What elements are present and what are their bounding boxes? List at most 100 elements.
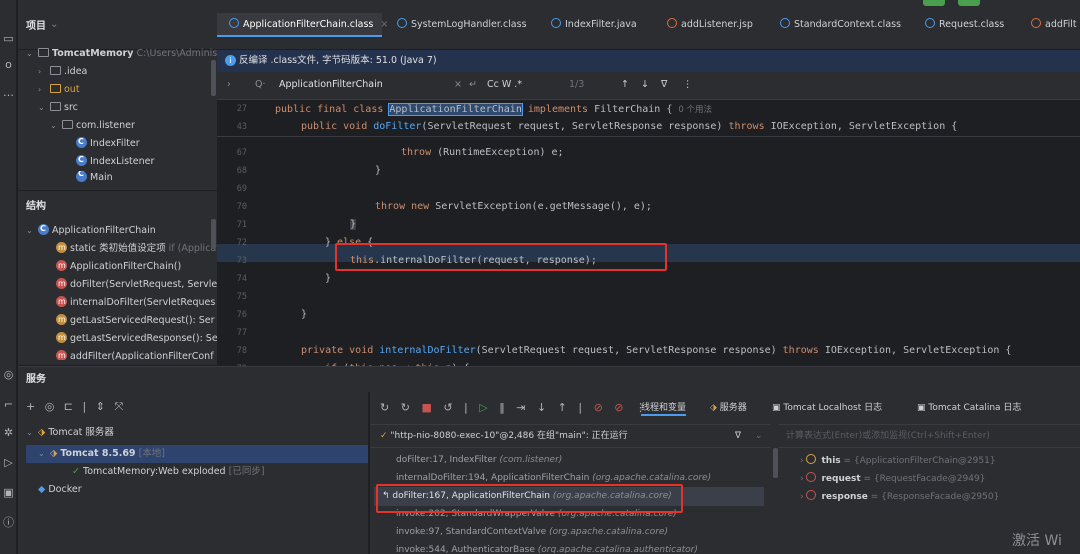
class-icon <box>397 18 407 28</box>
tab-catalina-log[interactable]: ▣ Tomcat Catalina 日志 <box>917 400 1021 413</box>
tomcat-icon: ⬗ <box>710 403 717 413</box>
scrollbar[interactable] <box>211 219 216 249</box>
structure-item[interactable]: getLastServicedRequest(): Ser <box>56 311 215 330</box>
chevron-down-icon: ⌄ <box>26 49 33 58</box>
tab-addlistener[interactable]: addListener.jsp <box>665 14 753 36</box>
tree-item-indexlistener[interactable]: IndexListener <box>76 151 154 171</box>
frame-row[interactable]: invoke:97, StandardContextValve (org.apa… <box>396 523 668 541</box>
down-arrow-icon[interactable]: ↓ <box>641 79 649 90</box>
class-icon <box>551 18 561 28</box>
up-arrow-icon[interactable]: ↑ <box>621 79 629 90</box>
class-icon <box>76 133 87 151</box>
code-line: } <box>350 219 357 230</box>
docker[interactable]: ◆ Docker <box>38 481 82 499</box>
structure-title: 结构 <box>26 201 46 212</box>
folder-icon <box>50 102 61 111</box>
line-number: 70 <box>236 202 247 212</box>
filter-icon[interactable]: ∇ <box>661 79 667 90</box>
structure-root[interactable]: ⌄ApplicationFilterChain <box>26 220 156 240</box>
method-icon <box>56 275 67 293</box>
tab-localhost-log[interactable]: ▣ Tomcat Localhost 日志 <box>772 400 882 413</box>
tree-root[interactable]: ⌄ TomcatMemory C:\Users\Administ <box>26 45 221 63</box>
chevron-down-icon[interactable]: ⌄ <box>50 19 58 30</box>
bookmarks-icon[interactable]: ⌐ <box>2 398 15 411</box>
code-editor[interactable]: 27 43 67 68 69 70 71 72 73 74 75 76 77 7… <box>217 100 1080 374</box>
scrollbar[interactable] <box>773 448 778 478</box>
line-number: 72 <box>236 238 247 248</box>
tab-addfilter[interactable]: addFilt <box>1029 14 1077 36</box>
folder-icon[interactable]: ▭ <box>2 32 15 45</box>
structure-item[interactable]: ApplicationFilterChain() <box>56 257 181 276</box>
variable-row[interactable]: › request = {RequestFacade@2949} <box>800 470 985 488</box>
project-title[interactable]: 项目 <box>26 17 46 32</box>
clear-icon[interactable]: × <box>454 79 462 90</box>
git-icon[interactable]: o <box>2 58 15 71</box>
tree-item-package[interactable]: ⌄ com.listener <box>50 117 135 135</box>
jsp-icon <box>667 18 677 28</box>
run-button[interactable] <box>923 0 945 6</box>
chevron-right-icon[interactable]: › <box>227 79 231 90</box>
tab-server[interactable]: ⬗ 服务器 <box>710 400 747 413</box>
line-number: 69 <box>236 184 247 194</box>
method-icon <box>56 329 67 347</box>
tab-standardcontext[interactable]: StandardContext.class <box>778 14 901 36</box>
line-number: 27 <box>236 104 247 114</box>
search-options[interactable]: Cc W .* <box>487 79 522 90</box>
decompiled-banner: i 反编译 .class文件, 字节码版本: 51.0 (Java 7) <box>217 50 1080 72</box>
services-toolbar[interactable]: + ◎ ⊏ | ⇕ ⤧ <box>26 400 126 414</box>
tomcat-server[interactable]: ⌄ ⬗ Tomcat 8.5.69 [本地] <box>38 445 165 463</box>
debug-toolbar[interactable]: ↻ ↻ ■ ↺ | ▷ ‖ ⇥ ↓ ↑ | ⊘ ⊘ ⋮ <box>380 401 650 414</box>
code-line: public void doFilter(ServletRequest requ… <box>301 121 958 132</box>
class-icon <box>925 18 935 28</box>
highlight-box <box>335 243 667 271</box>
evaluate-input[interactable]: 计算表达式(Enter)或添加监视(Ctrl+Shift+Enter) <box>778 424 1080 448</box>
line-number: 78 <box>236 346 247 356</box>
debug-icon[interactable]: ✲ <box>2 426 15 439</box>
code-line: throw new ServletException(e.getMessage(… <box>375 201 652 212</box>
debug-button[interactable] <box>958 0 980 6</box>
terminal-icon[interactable]: ▣ <box>2 486 15 499</box>
tab-systemloghandler[interactable]: SystemLogHandler.class <box>395 14 527 36</box>
tab-indexfilter[interactable]: IndexFilter.java <box>549 14 637 36</box>
services-tree: + ◎ ⊏ | ⇕ ⤧ ⌄ ⬗ Tomcat 服务器 ⌄ ⬗ Tomcat 8.5.… <box>18 392 368 554</box>
tab-request[interactable]: Request.class <box>923 14 1004 36</box>
code-line: } <box>375 165 382 176</box>
run-icon[interactable]: ▷ <box>2 456 15 469</box>
folder-icon <box>38 48 49 57</box>
variable-row[interactable]: › response = {ResponseFacade@2950} <box>800 488 999 506</box>
artifact[interactable]: ✓ TomcatMemory:Web exploded [已同步] <box>72 463 265 481</box>
structure-item[interactable]: addFilter(ApplicationFilterConf <box>56 348 214 360</box>
more-icon[interactable]: … <box>2 86 15 99</box>
method-icon <box>56 311 67 329</box>
chevron-down-icon: ⌄ <box>38 449 45 458</box>
tab-applicationfilterchain[interactable]: ApplicationFilterChain.class × <box>227 14 388 36</box>
tree-item-indexfilter[interactable]: IndexFilter <box>76 133 140 153</box>
tree-item-src[interactable]: ⌄ src <box>38 99 78 117</box>
structure-item[interactable]: doFilter(ServletRequest, Servle <box>56 275 217 294</box>
problems-icon[interactable]: ⓘ <box>2 516 15 529</box>
more-icon[interactable]: ⋮ <box>683 79 693 90</box>
services-icon[interactable]: ◎ <box>2 368 15 381</box>
structure-item[interactable]: getLastServicedResponse(): Se <box>56 329 218 348</box>
tree-item-out[interactable]: › out <box>38 81 80 99</box>
scrollbar[interactable] <box>211 60 216 96</box>
search-input[interactable]: ApplicationFilterChain <box>279 79 383 90</box>
tree-item-main[interactable]: Main <box>76 171 113 183</box>
line-number: 74 <box>236 274 247 284</box>
tree-item-idea[interactable]: › .idea <box>38 63 87 81</box>
check-icon: ✓ <box>72 466 80 477</box>
code-line: private void internalDoFilter(ServletReq… <box>301 345 1012 356</box>
structure-item[interactable]: internalDoFilter(ServletReques <box>56 293 215 312</box>
code-line: } <box>325 273 332 284</box>
thread-selector[interactable]: ✓ "http-nio-8080-exec-10"@2,486 在组"main"… <box>370 424 770 448</box>
line-number: 68 <box>236 166 247 176</box>
match-count: 1/3 <box>569 79 585 90</box>
editor-tabs: ApplicationFilterChain.class × SystemLog… <box>217 0 1080 50</box>
structure-item[interactable]: static 类初始值设定项 if (Applicat <box>56 239 220 258</box>
tab-threads[interactable]: 线程和变量 <box>641 400 687 416</box>
newline-icon[interactable]: ↵ <box>469 79 477 90</box>
variable-row[interactable]: › this = {ApplicationFilterChain@2951} <box>800 452 996 470</box>
frame-row[interactable]: doFilter:17, IndexFilter (com.listener) <box>396 451 562 469</box>
tomcat-group[interactable]: ⌄ ⬗ Tomcat 服务器 <box>26 424 114 442</box>
frame-row[interactable]: invoke:544, AuthenticatorBase (org.apach… <box>396 541 698 553</box>
